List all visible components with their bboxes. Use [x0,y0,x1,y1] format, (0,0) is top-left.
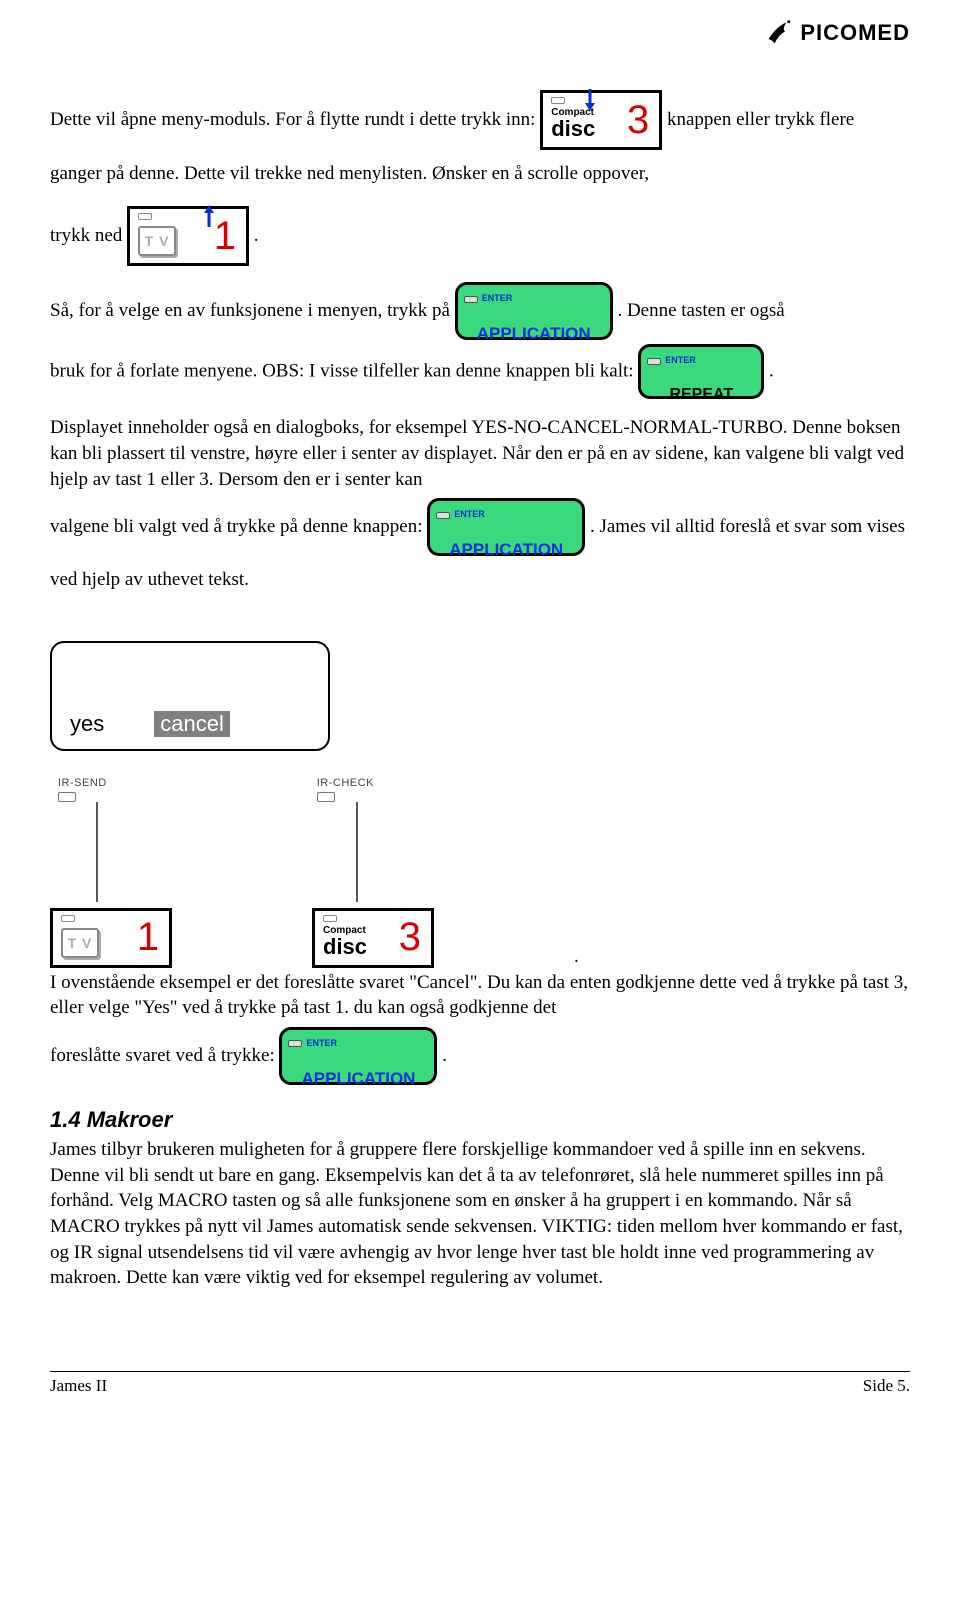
disc-3-button[interactable]: Compact disc 3 [540,90,662,150]
text: Dette vil åpne meny-moduls. For å flytte… [50,109,540,130]
text: foreslåtte svaret ved å trykke: [50,1045,279,1066]
paragraph-4b: foreslåtte svaret ved å trykke: ENTER AP… [50,1027,910,1085]
application-button[interactable]: ENTER APPLICATION [455,282,613,340]
key-number: 1 [137,915,159,960]
led-icon [61,915,75,922]
disc-label: disc [323,936,367,958]
enter-label: ENTER [665,350,696,372]
ir-check: IR-CHECK [317,777,374,802]
enter-label: ENTER [482,288,513,310]
led-icon [647,358,661,365]
text: valgene bli valgt ved å trykke på denne … [50,517,427,538]
tv-icon: T V [138,226,176,256]
text: trykk ned [50,226,127,247]
paragraph-2: Så, for å velge en av funksjonene i meny… [50,282,910,340]
paragraph-1b: trykk ned T V 1 . [50,206,910,266]
arrow-down-icon [583,83,597,129]
paragraph-5: James tilbyr brukeren muligheten for å g… [50,1137,910,1291]
application-label: APPLICATION [449,530,563,571]
footer-left: James II [50,1376,107,1396]
paragraph-4: I ovenstående eksempel er det foreslåtte… [50,970,910,1021]
key-number: 3 [399,915,421,960]
bird-icon [764,18,794,48]
key-number: 3 [627,72,649,168]
paragraph-3b: valgene bli valgt ved å trykke på denne … [50,498,910,602]
section-heading: 1.4 Makroer [50,1107,910,1133]
enter-label: ENTER [454,504,485,526]
dialog-option-yes[interactable]: yes [70,711,104,737]
led-icon [288,1040,302,1047]
ir-send-label: IR-SEND [58,777,107,789]
led-icon [58,792,76,802]
repeat-label: REPEAT [669,376,733,414]
led-icon [464,296,478,303]
key-number: 1 [214,188,236,284]
brand-text: PICOMED [800,20,910,46]
repeat-button[interactable]: ENTER REPEAT [638,344,764,399]
text: . [442,1045,447,1066]
text: bruk for å forlate menyene. OBS: I visse… [50,361,638,382]
application-label: APPLICATION [302,1059,416,1100]
text: . [254,226,259,247]
ir-send: IR-SEND [58,777,107,802]
application-label: APPLICATION [477,314,591,355]
page-footer: James II Side 5. [50,1371,910,1396]
paragraph-3: Displayet inneholder også en dialogboks,… [50,415,910,492]
led-icon [323,915,337,922]
led-icon [436,512,450,519]
led-icon [551,97,565,104]
ir-row: IR-SEND IR-CHECK [58,777,910,802]
text: Så, for å velge en av funksjonene i meny… [50,301,455,322]
enter-label: ENTER [306,1033,337,1055]
tv-1-button[interactable]: T V 1 [50,908,172,968]
dialog-box: yes cancel [50,641,330,751]
disc-3-button[interactable]: Compact disc 3 [312,908,434,968]
tv-1-button[interactable]: T V 1 [127,206,249,266]
ir-check-label: IR-CHECK [317,777,374,789]
connector-lines [58,802,910,908]
brand-logo: PICOMED [764,18,910,48]
text: . [769,361,774,382]
dialog-option-cancel[interactable]: cancel [154,711,230,737]
tv-icon: T V [61,928,99,958]
application-button[interactable]: ENTER APPLICATION [279,1027,437,1085]
footer-right: Side 5. [863,1376,910,1396]
led-icon [138,213,152,220]
led-icon [317,792,335,802]
application-button[interactable]: ENTER APPLICATION [427,498,585,556]
text: . Denne tasten er også [617,301,784,322]
paragraph-1: Dette vil åpne meny-moduls. For å flytte… [50,90,910,196]
button-row: T V 1 Compact disc 3 . [50,908,910,968]
arrow-up-icon [202,199,216,245]
